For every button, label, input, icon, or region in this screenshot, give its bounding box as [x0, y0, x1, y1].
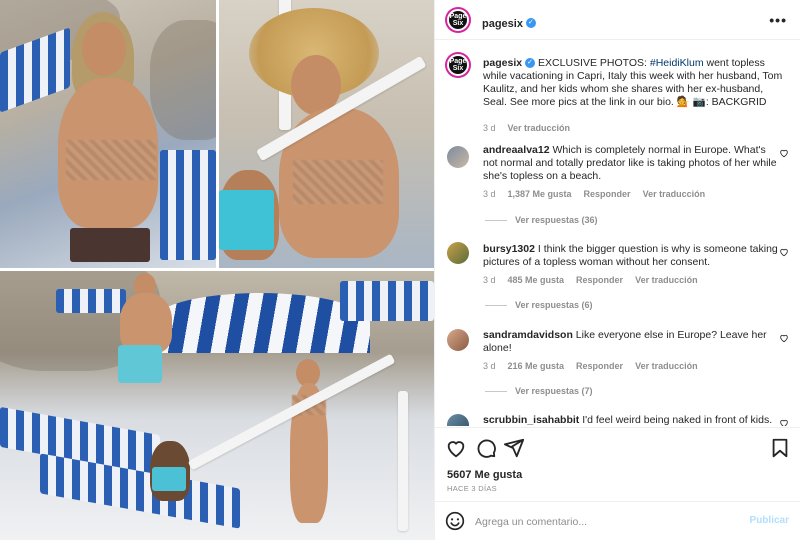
commenter-avatar[interactable]	[447, 414, 469, 426]
comment-age: 3 d	[483, 361, 496, 371]
comment-text: bursy1302 I think the bigger question is…	[483, 243, 783, 269]
swimwear	[152, 467, 186, 491]
view-replies-button[interactable]: Ver respuestas (6)	[485, 300, 593, 310]
publish-button[interactable]: Publicar	[750, 515, 789, 526]
comment-age: 3 d	[483, 189, 496, 199]
reply-button[interactable]: Responder	[576, 361, 623, 371]
comment-input[interactable]	[475, 512, 735, 532]
comment-likes[interactable]: 1,387 Me gusta	[508, 189, 572, 199]
post-panel: Page Six pagesix ✓ ••• Page Six pagesix ✓ …	[434, 0, 800, 540]
photo-top-left	[0, 0, 216, 268]
emoji-icon[interactable]	[445, 511, 465, 531]
comment-meta: 3 d 216 Me gusta Responder Ver traducción	[483, 361, 710, 371]
see-translation-link[interactable]: Ver traducción	[635, 361, 698, 371]
comment-username[interactable]: sandramdavidson	[483, 329, 573, 341]
post-time-ago: HACE 3 DÍAS	[447, 484, 497, 493]
heart-icon[interactable]	[779, 333, 789, 343]
view-replies-button[interactable]: Ver respuestas (7)	[485, 386, 593, 396]
commenter-avatar[interactable]	[447, 242, 469, 264]
comment-username[interactable]: andreaalva12	[483, 144, 550, 156]
commenter-avatar[interactable]	[447, 146, 469, 168]
swim-shorts	[118, 345, 162, 383]
hashtag-link[interactable]: #HeidiKlum	[650, 57, 704, 69]
more-options-icon[interactable]: •••	[769, 12, 787, 28]
avatar-logo-text: Page Six	[449, 58, 467, 72]
rock-shape	[150, 20, 216, 140]
censor-pixelation	[66, 140, 156, 180]
lounge-chair	[160, 150, 216, 260]
caption-avatar[interactable]: Page Six	[447, 54, 469, 76]
comment-icon[interactable]	[475, 437, 497, 459]
heart-icon[interactable]	[445, 437, 467, 459]
heart-icon[interactable]	[779, 247, 789, 257]
swimwear	[70, 228, 150, 262]
post-actions: 5607 Me gusta HACE 3 DÍAS	[435, 427, 800, 499]
comment-text: andreaalva12 Which is completely normal …	[483, 144, 783, 183]
comment-username[interactable]: scrubbin_isahabbit	[483, 414, 579, 426]
comment-likes[interactable]: 216 Me gusta	[508, 361, 565, 371]
see-translation-link[interactable]: Ver traducción	[635, 275, 698, 285]
censor-pixelation	[293, 160, 383, 204]
see-translation-link[interactable]: Ver traducción	[643, 189, 706, 199]
beach-umbrella	[150, 293, 370, 353]
bookmark-icon[interactable]	[769, 437, 791, 459]
swimwear	[219, 190, 274, 250]
verified-badge-icon: ✓	[525, 17, 536, 28]
heart-icon[interactable]	[779, 418, 789, 426]
comment-body: I'd feel weird being naked in front of k…	[582, 414, 773, 426]
caption-text: pagesix ✓ EXCLUSIVE PHOTOS: #HeidiKlum we…	[483, 57, 783, 109]
comment-text: sandramdavidson Like everyone else in Eu…	[483, 329, 783, 355]
person-body	[120, 293, 172, 353]
caption-meta: 3 d Ver traducción	[483, 123, 582, 133]
lounge-chair	[340, 281, 434, 321]
verified-badge-icon: ✓	[525, 58, 536, 69]
photo-top-right	[219, 0, 434, 268]
account-avatar[interactable]: Page Six	[447, 9, 469, 31]
reply-button[interactable]: Responder	[584, 189, 631, 199]
post-header: Page Six pagesix ✓ •••	[435, 0, 800, 40]
comments-feed[interactable]: Page Six pagesix ✓ EXCLUSIVE PHOTOS: #Hei…	[435, 41, 800, 426]
person-head	[82, 22, 126, 76]
comment-likes[interactable]: 485 Me gusta	[508, 275, 565, 285]
account-header: pagesix ✓	[482, 14, 536, 32]
photo-bottom	[0, 271, 434, 540]
lounge-chair	[56, 289, 126, 313]
railing	[398, 391, 408, 531]
view-replies-button[interactable]: Ver respuestas (36)	[485, 215, 598, 225]
comment-meta: 3 d 1,387 Me gusta Responder Ver traducción	[483, 189, 717, 199]
caption-age: 3 d	[483, 123, 496, 133]
see-translation-link[interactable]: Ver traducción	[508, 123, 571, 133]
reply-button[interactable]: Responder	[576, 275, 623, 285]
likes-count[interactable]: 5607 Me gusta	[447, 469, 522, 481]
comment-text: scrubbin_isahabbit I'd feel weird being …	[483, 414, 783, 426]
post-media-collage[interactable]	[0, 0, 434, 540]
heart-icon[interactable]	[779, 148, 789, 158]
avatar-logo-text: Page Six	[449, 13, 467, 27]
account-username[interactable]: pagesix	[482, 18, 523, 30]
caption-username[interactable]: pagesix	[483, 57, 522, 69]
commenter-avatar[interactable]	[447, 329, 469, 351]
comment-meta: 3 d 485 Me gusta Responder Ver traducción	[483, 275, 710, 285]
add-comment-bar: Publicar	[435, 501, 800, 540]
caption-body-start: EXCLUSIVE PHOTOS:	[535, 57, 650, 69]
comment-username[interactable]: bursy1302	[483, 243, 535, 255]
share-icon[interactable]	[503, 437, 525, 459]
comment-age: 3 d	[483, 275, 496, 285]
